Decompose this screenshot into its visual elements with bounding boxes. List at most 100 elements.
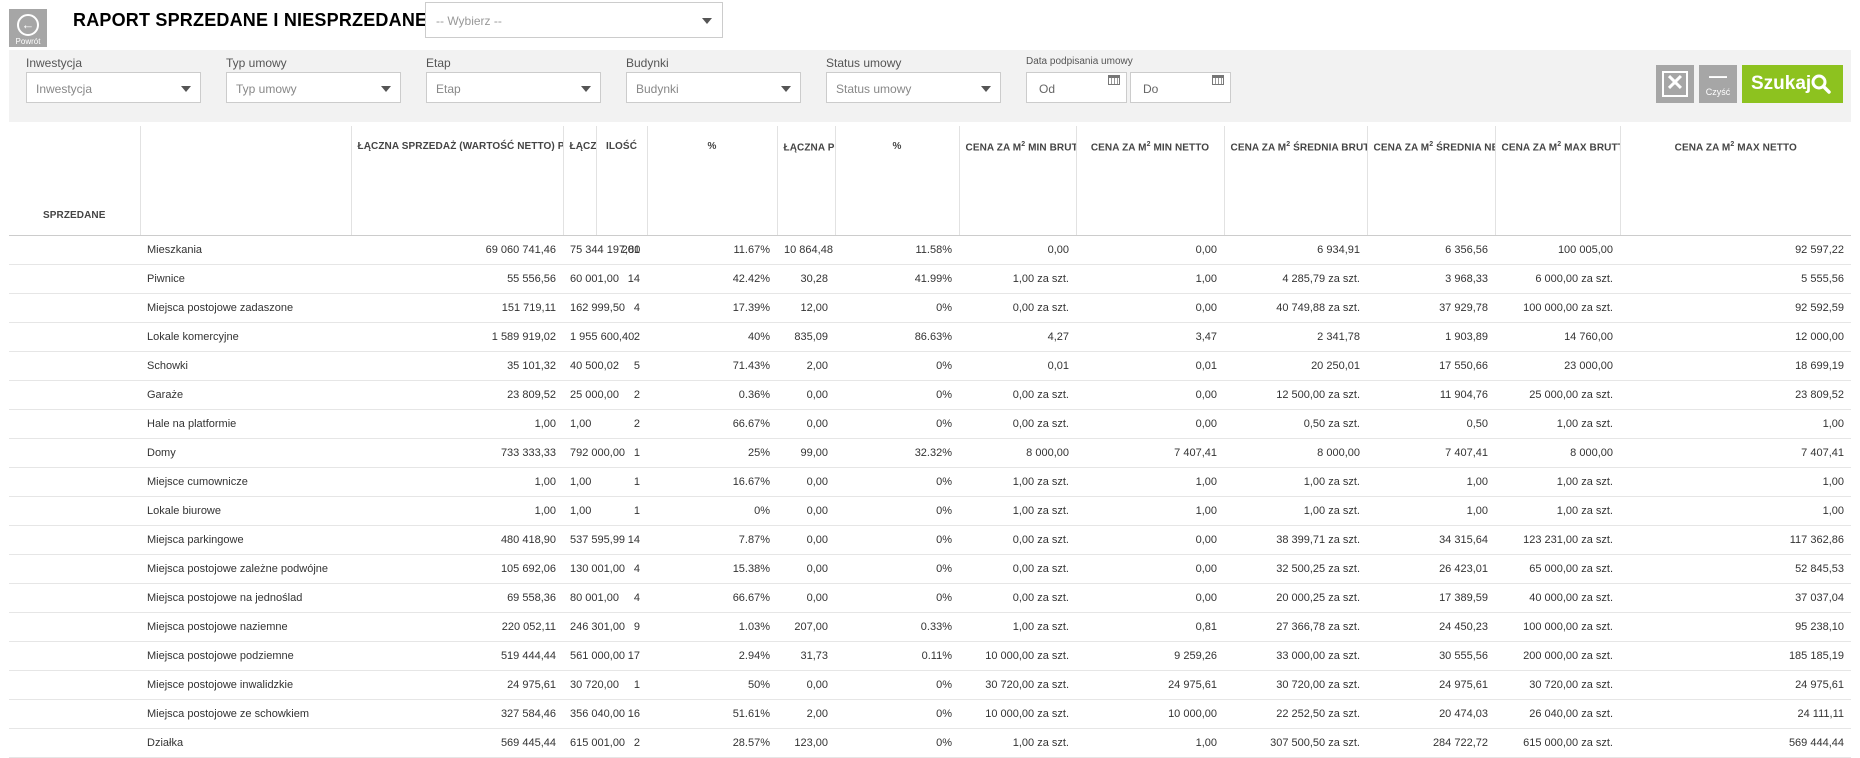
col-header-text: CENA ZA M	[965, 142, 1022, 154]
table-row: Miejsce postojowe inwalidzkie 24 975,61 30…	[9, 670, 1851, 700]
cell-min-netto: 7 407,41	[1076, 438, 1224, 468]
cell-netto: 23 809,52	[351, 380, 563, 410]
table-row: Mieszkania 69 060 741,46 75 344 197,80 201 1…	[9, 235, 1851, 265]
cell-max-brutto: 8 000,00	[1495, 438, 1620, 468]
cell-pct: 28.57%	[647, 728, 777, 758]
date-to-input[interactable]: Do	[1130, 72, 1231, 103]
cell-powierzchnia: 2,00	[777, 351, 835, 381]
excel-export-button[interactable]: ✕	[1656, 65, 1694, 103]
cell-pct-area: 0%	[835, 409, 959, 439]
section-cell	[9, 641, 140, 671]
cell-max-brutto: 23 000,00	[1495, 351, 1620, 381]
etap-select-placeholder: Etap	[436, 82, 461, 96]
page-title: RAPORT SPRZEDANE I NIESPRZEDANE	[73, 10, 428, 30]
table-row: Domy 733 333,33 792 000,00 1 25% 99,00 32.32% 8…	[9, 438, 1851, 468]
cell-sr-netto: 30 555,56	[1367, 641, 1495, 671]
cell-netto: 1,00	[351, 467, 563, 497]
cell-row-label: Działka	[140, 728, 351, 758]
cell-row-label: Lokale komercyjne	[140, 322, 351, 352]
cell-min-netto: 3,47	[1076, 322, 1224, 352]
section-cell	[9, 583, 140, 613]
section-label-header: SPRZEDANE	[9, 126, 141, 236]
section-cell	[9, 728, 140, 758]
cell-netto: 1,00	[351, 496, 563, 526]
col-header-sr-brutto[interactable]: CENA ZA M2 ŚREDNIA BRUTTO	[1224, 126, 1368, 236]
col-header-max-brutto[interactable]: CENA ZA M2 MAX BRUTTO	[1495, 126, 1621, 236]
cell-max-netto: 1,00	[1620, 409, 1851, 439]
col-header-pct-area[interactable]: %	[835, 126, 960, 236]
typ-umowy-select[interactable]: Typ umowy	[226, 72, 401, 103]
col-header-min-netto[interactable]: CENA ZA M2 MIN NETTO	[1076, 126, 1225, 236]
cell-max-netto: 7 407,41	[1620, 438, 1851, 468]
report-type-select[interactable]: -- Wybierz --	[425, 2, 723, 38]
cell-pct-area: 32.32%	[835, 438, 959, 468]
section-cell	[9, 467, 140, 497]
cell-row-label: Domy	[140, 438, 351, 468]
clear-button-label: Czyść	[1705, 87, 1731, 97]
status-umowy-select[interactable]: Status umowy	[826, 72, 1001, 103]
cell-pct-area: 0%	[835, 496, 959, 526]
arrow-left-icon: ←	[17, 14, 39, 36]
filter-etap-label: Etap	[426, 56, 451, 70]
cell-sr-brutto: 6 934,91	[1224, 235, 1367, 265]
cell-brutto: 792 000,00	[563, 438, 625, 468]
section-cell	[9, 670, 140, 700]
cell-pct: 16.67%	[647, 467, 777, 497]
back-button[interactable]: ← Powrót	[9, 9, 47, 47]
cell-max-brutto: 25 000,00 za szt.	[1495, 380, 1620, 410]
cell-row-label: Garaże	[140, 380, 351, 410]
clear-button[interactable]: — Czyść	[1699, 65, 1737, 103]
cell-min-brutto: 1,00 za szt.	[959, 467, 1076, 497]
cell-min-brutto: 1,00 za szt.	[959, 612, 1076, 642]
calendar-icon[interactable]	[1108, 75, 1120, 85]
col-header-ilosc[interactable]: ILOŚĆ	[596, 126, 648, 236]
budynki-select[interactable]: Budynki	[626, 72, 801, 103]
col-header-min-brutto[interactable]: CENA ZA M2 MIN BRUTTO	[959, 126, 1077, 236]
cell-max-netto: 24 111,11	[1620, 699, 1851, 729]
cell-max-brutto: 615 000,00 za szt.	[1495, 728, 1620, 758]
cell-min-brutto: 1,00 za szt.	[959, 264, 1076, 294]
col-header-max-netto[interactable]: CENA ZA M2 MAX NETTO	[1620, 126, 1851, 236]
cell-sr-brutto: 38 399,71 za szt.	[1224, 525, 1367, 555]
cell-brutto: 130 001,00	[563, 554, 625, 584]
cell-max-netto: 185 185,19	[1620, 641, 1851, 671]
cell-row-label: Miejsca parkingowe	[140, 525, 351, 555]
cell-brutto: 1,00	[563, 496, 596, 526]
cell-min-brutto: 0,00 za szt.	[959, 380, 1076, 410]
col-header-pct[interactable]: %	[647, 126, 778, 236]
section-cell	[9, 264, 140, 294]
cell-max-netto: 5 555,56	[1620, 264, 1851, 294]
cell-max-netto: 95 238,10	[1620, 612, 1851, 642]
inwestycja-select[interactable]: Inwestycja	[26, 72, 201, 103]
section-cell	[9, 351, 140, 381]
cell-min-brutto: 8 000,00	[959, 438, 1076, 468]
report-type-select-value: -- Wybierz --	[436, 14, 502, 28]
calendar-icon[interactable]	[1212, 75, 1224, 85]
col-header-powierzchnia[interactable]: ŁĄCZNA POWIERZCHNIA M2	[777, 126, 836, 236]
cell-min-brutto: 0,00 za szt.	[959, 409, 1076, 439]
col-header-sr-netto[interactable]: CENA ZA M2 ŚREDNIA NETTO	[1367, 126, 1496, 236]
cell-min-brutto: 0,00 za szt.	[959, 293, 1076, 323]
filter-status-umowy-label: Status umowy	[826, 56, 902, 70]
etap-select[interactable]: Etap	[426, 72, 601, 103]
cell-netto: 69 558,36	[351, 583, 563, 613]
search-button[interactable]: Szukaj	[1742, 65, 1843, 103]
cell-pct: 50%	[647, 670, 777, 700]
table-row: Lokale komercyjne 1 589 919,02 1 955 600,4…	[9, 322, 1851, 352]
cell-max-brutto: 200 000,00 za szt.	[1495, 641, 1620, 671]
col-header-text: ŚREDNIA BRUTTO	[1293, 142, 1366, 154]
cell-sr-brutto: 30 720,00 za szt.	[1224, 670, 1367, 700]
filter-inwestycja: Inwestycja Inwestycja	[26, 56, 201, 103]
cell-sr-brutto: 20 250,01	[1224, 351, 1367, 381]
cell-pct-area: 0%	[835, 351, 959, 381]
cell-sr-brutto: 1,00 za szt.	[1224, 496, 1367, 526]
cell-netto: 569 445,44	[351, 728, 563, 758]
col-header-brutto[interactable]: ŁĄCZNA SPRZEDAŻ (WARTOŚĆ BRUTTO) PLN	[563, 126, 597, 236]
date-from-input[interactable]: Od	[1026, 72, 1127, 103]
cell-sr-netto: 34 315,64	[1367, 525, 1495, 555]
cell-pct-area: 0%	[835, 670, 959, 700]
col-header-netto[interactable]: ŁĄCZNA SPRZEDAŻ (WARTOŚĆ NETTO) PLN	[351, 126, 564, 236]
cell-min-brutto: 10 000,00 za szt.	[959, 641, 1076, 671]
table-row: Hale na platformie 1,00 1,00 2 66.67% 0,00 0% 0…	[9, 409, 1851, 439]
filter-typ-umowy: Typ umowy Typ umowy	[226, 56, 401, 103]
